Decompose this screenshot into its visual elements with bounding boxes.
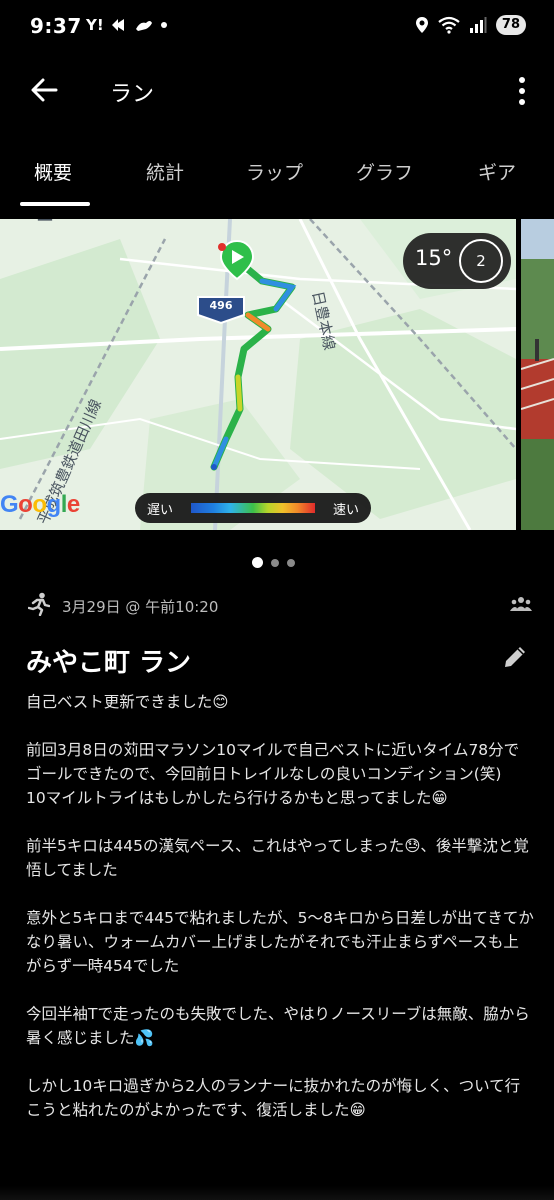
pencil-icon[interactable]	[502, 644, 528, 670]
legend-fast-label: 速い	[332, 503, 359, 518]
weather-badge: 15° 2	[403, 233, 511, 289]
tab-gear[interactable]: ギア	[478, 158, 516, 185]
wind-speed: 2	[476, 252, 486, 270]
carousel-dot[interactable]	[271, 558, 279, 567]
description-paragraph: 自己ベスト更新できました😊	[26, 693, 229, 711]
temperature: 15°	[415, 246, 453, 270]
tab-bar: 概要 統計 ラップ グラフ ギア	[0, 148, 554, 212]
legend-slow-label: 遅い	[147, 503, 174, 518]
carousel-dot-active[interactable]	[252, 557, 263, 568]
wind-icon: 2	[459, 239, 503, 283]
activity-title: みやこ町 ラン	[26, 648, 192, 678]
signal-icon	[469, 17, 487, 33]
running-icon	[28, 592, 50, 616]
route-number-label: 496	[209, 299, 233, 312]
status-bar: 9:37 Y! 78	[0, 0, 554, 58]
app-bar: ラン	[0, 58, 554, 124]
arrow-left-icon	[31, 78, 58, 102]
photo-preview[interactable]	[521, 219, 554, 530]
legend-gradient-bar	[191, 503, 315, 513]
map-top-label: ー	[36, 219, 54, 232]
description-paragraph: 前半5キロは445の漢気ペース、これはやってしまった😓、後半撃沈と覚悟してました	[26, 837, 529, 879]
scroll-fade	[0, 1186, 554, 1200]
tab-graph[interactable]: グラフ	[356, 158, 413, 185]
notification-icons: Y!	[86, 16, 168, 34]
wifi-icon	[438, 16, 460, 34]
description-paragraph: しかし10キロ過ぎから2人のランナーに抜かれたのが悔しく、ついて行こうと粘れたの…	[26, 1077, 521, 1119]
back-button[interactable]	[26, 72, 62, 108]
tab-stats[interactable]: 統計	[146, 158, 184, 185]
more-options-button[interactable]	[512, 72, 532, 110]
group-icon[interactable]	[510, 596, 532, 612]
route-map[interactable]: 496 日豊本線 平成筑豊鉄道田川線 ー 15° 2 Google 遅い 速い	[0, 219, 516, 530]
status-time: 9:37	[30, 14, 82, 38]
activity-meta: 3月29日 @ 午前10:20	[28, 592, 538, 620]
track-photo	[521, 219, 554, 530]
tab-overview[interactable]: 概要	[34, 158, 72, 185]
description-paragraph: 前回3月8日の苅田マラソン10マイルで自己ベストに近いタイム78分でゴールできた…	[26, 741, 520, 807]
dot-notification-icon	[160, 22, 167, 28]
app-notification-icon	[111, 19, 124, 31]
yahoo-notification-icon: Y!	[86, 16, 104, 34]
battery-indicator: 78	[495, 15, 526, 35]
google-logo: Google	[0, 491, 80, 518]
carousel-indicator	[252, 557, 295, 568]
squirrel-notification-icon	[135, 21, 152, 31]
description-paragraph: 今回半袖Tで走ったのも失敗でした、やはりノースリーブは無敵、脇から暑く感じました…	[26, 1005, 530, 1047]
tab-laps[interactable]: ラップ	[246, 158, 303, 185]
location-icon	[415, 17, 428, 33]
speed-legend: 遅い 速い	[135, 493, 371, 523]
activity-description: 自己ベスト更新できました😊 前回3月8日の苅田マラソン10マイルで自己ベストに近…	[26, 690, 534, 1122]
carousel-dot[interactable]	[287, 558, 295, 567]
activity-date: 3月29日 @ 午前10:20	[62, 598, 219, 616]
page-title: ラン	[110, 82, 155, 107]
more-vertical-icon	[519, 77, 525, 83]
description-paragraph: 意外と5キロまで445で粘れましたが、5〜8キロから日差しが出てきてかなり暑い、…	[26, 909, 534, 975]
active-tab-indicator	[20, 202, 90, 206]
